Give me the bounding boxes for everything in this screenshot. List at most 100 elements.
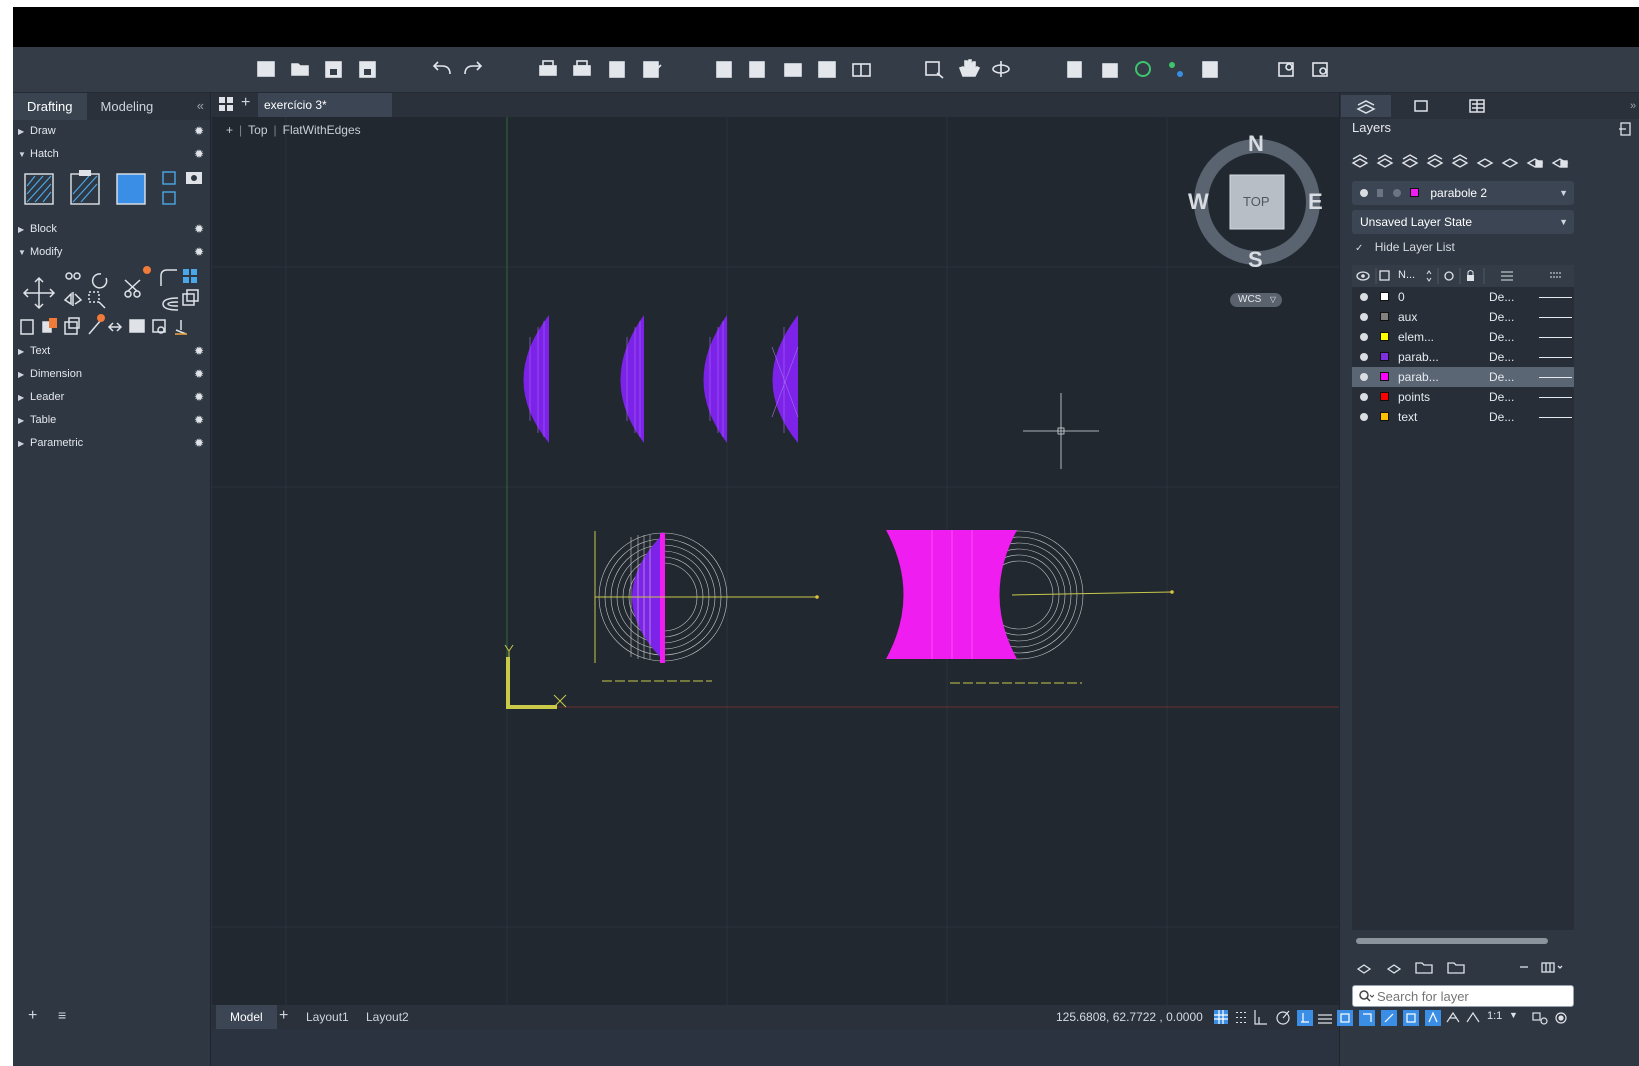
settings-icon[interactable] bbox=[1555, 1012, 1567, 1024]
layer-filter-icon[interactable] bbox=[1386, 964, 1402, 974]
fillet-icon[interactable] bbox=[160, 269, 177, 286]
column-lock-icon[interactable] bbox=[1467, 270, 1474, 282]
gear-icon[interactable]: ✹ bbox=[194, 120, 204, 143]
gear-icon[interactable]: ✹ bbox=[194, 218, 204, 241]
workspace-icon[interactable] bbox=[1532, 1012, 1548, 1025]
layer-linetype[interactable]: De... bbox=[1489, 287, 1514, 307]
mirror-icon[interactable] bbox=[63, 292, 83, 306]
collapse-palette-icon[interactable]: « bbox=[197, 98, 204, 113]
isometric-icon[interactable] bbox=[1297, 1010, 1313, 1026]
render-icon[interactable] bbox=[1202, 61, 1218, 78]
explode-icon[interactable] bbox=[129, 319, 145, 333]
fill-icon[interactable] bbox=[116, 173, 146, 205]
layer-linetype[interactable]: De... bbox=[1489, 387, 1514, 407]
gear-icon[interactable]: ✹ bbox=[194, 241, 204, 264]
gradient-icon[interactable] bbox=[70, 170, 100, 205]
view-control[interactable]: Top bbox=[248, 123, 267, 137]
visibility-icon[interactable] bbox=[1360, 313, 1368, 321]
export-icon[interactable] bbox=[749, 61, 765, 78]
pan-hand-icon[interactable] bbox=[958, 59, 981, 77]
refresh-icon[interactable] bbox=[1135, 61, 1151, 77]
purple-lens-1[interactable] bbox=[523, 315, 550, 443]
drawing-viewport[interactable]: + | Top | FlatWithEdges N S E W TOP WCS … bbox=[212, 117, 1339, 1005]
section-table[interactable]: ▶ Table ✹ bbox=[13, 409, 210, 432]
visibility-icon[interactable] bbox=[1360, 393, 1368, 401]
layer-row[interactable]: 0 De... bbox=[1352, 287, 1574, 307]
section-block[interactable]: ▶ Block ✹ bbox=[13, 218, 210, 241]
current-layer-dropdown[interactable]: parabole 2 ▼ bbox=[1352, 181, 1574, 205]
open-file-icon[interactable] bbox=[291, 63, 309, 76]
layer-row[interactable]: text De... bbox=[1352, 407, 1574, 427]
lineweight-icon[interactable] bbox=[1359, 1010, 1375, 1026]
layer-color-swatch[interactable] bbox=[1380, 332, 1389, 341]
layer-row[interactable]: parab... De... bbox=[1352, 347, 1574, 367]
zoom-window-icon[interactable] bbox=[925, 61, 944, 79]
new-layer-icon[interactable] bbox=[1351, 154, 1369, 168]
copy-icon[interactable] bbox=[65, 272, 81, 280]
file-tabs-grid-icon[interactable] bbox=[219, 97, 234, 112]
object-snap-icon[interactable] bbox=[1337, 1010, 1353, 1026]
gear-icon[interactable]: ✹ bbox=[194, 432, 204, 455]
hatch-edit-icon[interactable] bbox=[162, 191, 176, 205]
save-icon[interactable] bbox=[325, 61, 342, 78]
set-current-icon[interactable] bbox=[1426, 154, 1444, 168]
layer-linetype[interactable]: De... bbox=[1489, 367, 1514, 387]
column-linetype-icon[interactable] bbox=[1501, 271, 1513, 281]
unisolate-icon[interactable] bbox=[1501, 158, 1519, 168]
trim-icon[interactable] bbox=[124, 266, 151, 298]
tab-drafting[interactable]: Drafting bbox=[13, 93, 87, 120]
undo-icon[interactable] bbox=[432, 61, 451, 75]
layer-search-input[interactable] bbox=[1352, 985, 1574, 1007]
save-as-icon[interactable] bbox=[359, 61, 376, 78]
new-tab-button[interactable]: + bbox=[241, 94, 250, 112]
hide-layer-list-toggle[interactable]: ✓ Hide Layer List bbox=[1355, 240, 1455, 254]
purple-lens-2[interactable] bbox=[620, 315, 645, 443]
columns-menu-icon[interactable] bbox=[1541, 962, 1563, 973]
unlock-layer-icon[interactable] bbox=[1551, 158, 1569, 168]
gear-icon[interactable]: ✹ bbox=[194, 386, 204, 409]
polar-tracking-icon[interactable] bbox=[1276, 1010, 1290, 1025]
gear-icon[interactable]: ✹ bbox=[194, 409, 204, 432]
orbit-icon[interactable] bbox=[992, 61, 1010, 77]
match-properties-icon[interactable] bbox=[1102, 63, 1118, 78]
layer-color-swatch[interactable] bbox=[1380, 312, 1389, 321]
layer-row[interactable]: points De... bbox=[1352, 387, 1574, 407]
layer-row[interactable]: elem... De... bbox=[1352, 327, 1574, 347]
extend-icon[interactable] bbox=[88, 314, 105, 335]
layer-color-swatch[interactable] bbox=[1380, 292, 1389, 301]
viewcube-east[interactable]: E bbox=[1308, 189, 1323, 215]
section-text[interactable]: ▶ Text ✹ bbox=[13, 340, 210, 363]
layer-row[interactable]: aux De... bbox=[1352, 307, 1574, 327]
snap-mode-icon[interactable] bbox=[1236, 1012, 1246, 1023]
move-icon[interactable] bbox=[22, 276, 56, 310]
section-dimension[interactable]: ▶ Dimension ✹ bbox=[13, 363, 210, 386]
visibility-icon[interactable] bbox=[1360, 373, 1368, 381]
name-column-header[interactable]: N... bbox=[1398, 269, 1415, 281]
gear-icon[interactable]: ✹ bbox=[194, 363, 204, 386]
section-parametric[interactable]: ▶ Parametric ✹ bbox=[13, 432, 210, 455]
attach-icon[interactable] bbox=[784, 63, 802, 77]
section-leader[interactable]: ▶ Leader ✹ bbox=[13, 386, 210, 409]
plot-icon[interactable] bbox=[573, 60, 591, 76]
column-freeze-icon[interactable] bbox=[1444, 271, 1454, 281]
break-icon[interactable] bbox=[20, 319, 34, 335]
visibility-icon[interactable] bbox=[1360, 353, 1368, 361]
print-icon[interactable] bbox=[539, 60, 557, 76]
compare-icon[interactable] bbox=[852, 63, 871, 77]
auto-scale-icon[interactable] bbox=[1446, 1011, 1460, 1023]
erase-icon[interactable] bbox=[175, 320, 187, 335]
viewcube-west[interactable]: W bbox=[1188, 189, 1209, 215]
layer-row[interactable]: parab... De... bbox=[1352, 367, 1574, 387]
column-lineweight-icon[interactable] bbox=[1550, 272, 1562, 278]
boundary-icon[interactable] bbox=[162, 171, 176, 185]
dynamic-ucs-icon[interactable] bbox=[1381, 1010, 1397, 1026]
menu-icon[interactable]: ≡ bbox=[58, 1007, 66, 1023]
viewcube-south[interactable]: S bbox=[1248, 247, 1263, 273]
section-hatch[interactable]: ▼ Hatch ✹ bbox=[13, 143, 210, 166]
stretch-icon[interactable] bbox=[88, 291, 106, 309]
layer-linetype[interactable]: De... bbox=[1489, 407, 1514, 427]
gear-icon[interactable]: ✹ bbox=[194, 143, 204, 166]
annotation-visibility-icon[interactable] bbox=[1425, 1010, 1441, 1026]
offset-icon[interactable] bbox=[162, 297, 179, 311]
scale-icon[interactable] bbox=[64, 317, 80, 335]
